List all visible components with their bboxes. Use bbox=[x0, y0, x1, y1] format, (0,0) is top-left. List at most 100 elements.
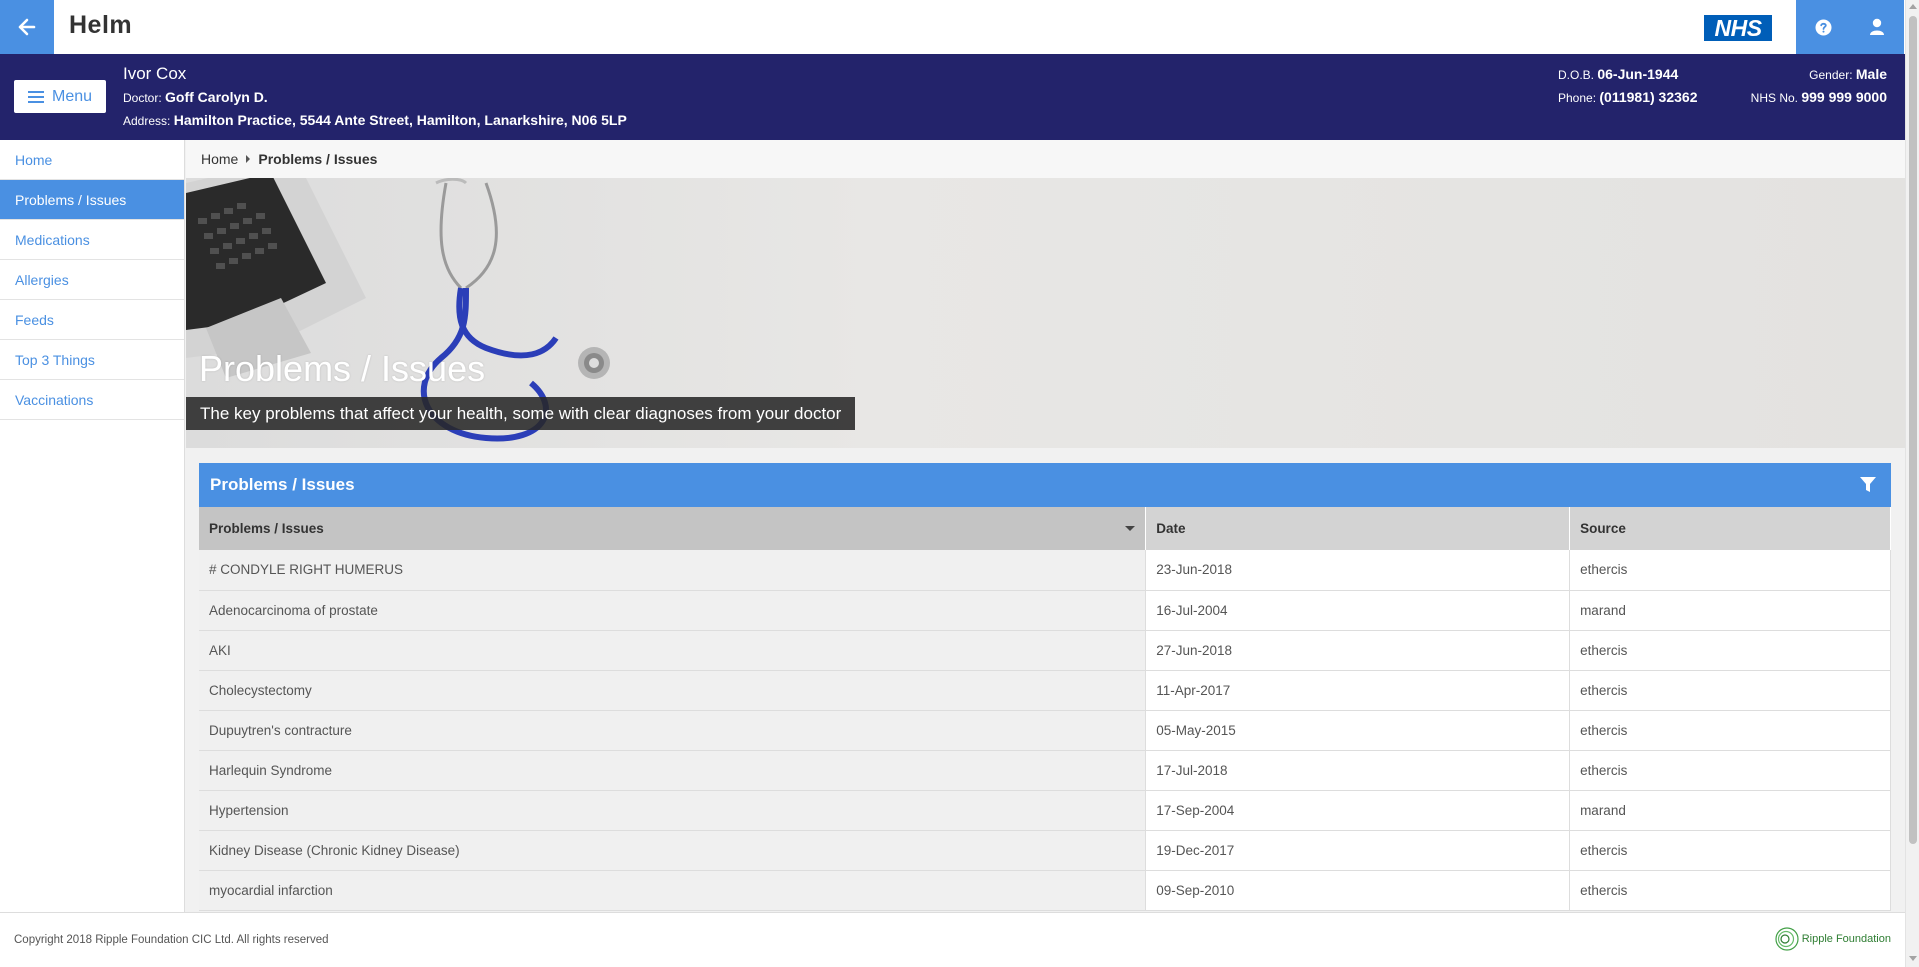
ripple-logo-text: Ripple Foundation bbox=[1801, 933, 1891, 945]
scrollbar-thumb[interactable] bbox=[1909, 16, 1917, 844]
problem-cell: AKI bbox=[199, 630, 1147, 671]
problem-cell: Adenocarcinoma of prostate bbox=[199, 590, 1147, 631]
source-cell: ethercis bbox=[1569, 750, 1891, 791]
gender-label: Gender: bbox=[1809, 68, 1853, 82]
patient-name: Ivor Cox bbox=[123, 64, 187, 83]
table-row[interactable]: myocardial infarction 09-Sep-2010 etherc… bbox=[199, 870, 1891, 911]
hamburger-icon bbox=[27, 90, 44, 103]
patient-gender: Gender: Male bbox=[1809, 66, 1887, 82]
column-header-date[interactable]: Date bbox=[1145, 507, 1571, 550]
table-row[interactable]: Harlequin Syndrome 17-Jul-2018 ethercis bbox=[199, 750, 1891, 791]
nhs-logo: NHS bbox=[1704, 15, 1772, 41]
sidebar-item-home[interactable]: Home bbox=[0, 140, 184, 180]
sidebar-nav: Home Problems / Issues Medications Aller… bbox=[0, 140, 185, 912]
sort-caret-down-icon bbox=[1125, 526, 1136, 531]
doctor-value: Goff Carolyn D. bbox=[165, 89, 268, 105]
copyright-text: Copyright 2018 Ripple Foundation CIC Ltd… bbox=[14, 934, 329, 946]
source-cell: ethercis bbox=[1569, 550, 1891, 591]
date-cell: 17-Jul-2018 bbox=[1145, 750, 1571, 791]
date-cell: 19-Dec-2017 bbox=[1145, 830, 1571, 871]
dob-label: D.O.B. bbox=[1558, 68, 1595, 82]
user-icon bbox=[1870, 18, 1884, 35]
page-scrollbar[interactable] bbox=[1905, 0, 1919, 967]
sidebar-item-top-3-things[interactable]: Top 3 Things bbox=[0, 340, 184, 380]
date-cell: 17-Sep-2004 bbox=[1145, 790, 1571, 831]
menu-button[interactable]: Menu bbox=[14, 80, 106, 113]
sidebar-item-medications[interactable]: Medications bbox=[0, 220, 184, 260]
problem-cell: # CONDYLE RIGHT HUMERUS bbox=[199, 550, 1147, 591]
ripple-foundation-logo[interactable]: Ripple Foundation bbox=[1774, 926, 1891, 952]
date-cell: 16-Jul-2004 bbox=[1145, 590, 1571, 631]
problem-cell: Dupuytren's contracture bbox=[199, 710, 1147, 751]
question-circle-icon bbox=[1815, 19, 1831, 35]
patient-doctor: Doctor: Goff Carolyn D. bbox=[123, 89, 268, 105]
date-cell: 23-Jun-2018 bbox=[1145, 550, 1571, 591]
patient-phone: Phone: (011981) 32362 bbox=[1558, 89, 1697, 105]
date-cell: 27-Jun-2018 bbox=[1145, 630, 1571, 671]
problems-panel-header: Problems / Issues bbox=[199, 463, 1891, 507]
hero-banner: Problems / Issues The key problems that … bbox=[186, 178, 1905, 448]
date-cell: 05-May-2015 bbox=[1145, 710, 1571, 751]
panel-title: Problems / Issues bbox=[210, 475, 355, 494]
user-button[interactable] bbox=[1850, 0, 1904, 54]
gender-value: Male bbox=[1855, 66, 1887, 82]
sidebar-item-feeds[interactable]: Feeds bbox=[0, 300, 184, 340]
problem-cell: myocardial infarction bbox=[199, 870, 1147, 911]
phone-value: (011981) 32362 bbox=[1599, 89, 1698, 105]
nhs-number-label: NHS No. bbox=[1750, 91, 1799, 105]
patient-dob: D.O.B. 06-Jun-1944 bbox=[1558, 66, 1678, 82]
table-row[interactable]: Adenocarcinoma of prostate 16-Jul-2004 m… bbox=[199, 590, 1891, 631]
dob-value: 06-Jun-1944 bbox=[1597, 66, 1679, 82]
source-cell: marand bbox=[1569, 590, 1891, 631]
problems-table: Problems / Issues Date Source # CONDYLE … bbox=[199, 507, 1891, 911]
phone-label: Phone: bbox=[1558, 91, 1597, 105]
source-cell: ethercis bbox=[1569, 870, 1891, 911]
source-cell: ethercis bbox=[1569, 670, 1891, 711]
column-header-problems[interactable]: Problems / Issues bbox=[199, 507, 1147, 550]
menu-label: Menu bbox=[51, 87, 93, 105]
top-bar: Helm NHS bbox=[0, 0, 1905, 54]
help-button[interactable] bbox=[1796, 0, 1850, 54]
hero-subtitle: The key problems that affect your health… bbox=[186, 397, 856, 430]
sidebar-item-problems-issues[interactable]: Problems / Issues bbox=[0, 180, 184, 220]
helm-logo[interactable]: Helm bbox=[69, 11, 132, 40]
filter-icon[interactable] bbox=[1859, 475, 1877, 495]
table-row[interactable]: Hypertension 17-Sep-2004 marand bbox=[199, 790, 1891, 831]
column-header-label: Problems / Issues bbox=[209, 521, 324, 536]
patient-banner: Menu Ivor Cox Doctor: Goff Carolyn D. Ad… bbox=[0, 54, 1905, 140]
source-cell: ethercis bbox=[1569, 710, 1891, 751]
arrow-left-icon bbox=[18, 18, 36, 36]
scroll-up-arrow-icon[interactable] bbox=[1909, 4, 1917, 9]
address-value: Hamilton Practice, 5544 Ante Street, Ham… bbox=[173, 112, 627, 128]
problem-cell: Harlequin Syndrome bbox=[199, 750, 1147, 791]
ripple-icon bbox=[1775, 927, 1799, 951]
patient-nhs-number: NHS No. 999 999 9000 bbox=[1751, 89, 1887, 105]
problem-cell: Kidney Disease (Chronic Kidney Disease) bbox=[199, 830, 1147, 871]
source-cell: marand bbox=[1569, 790, 1891, 831]
table-row[interactable]: AKI 27-Jun-2018 ethercis bbox=[199, 630, 1891, 671]
table-row[interactable]: Kidney Disease (Chronic Kidney Disease) … bbox=[199, 830, 1891, 871]
table-row[interactable]: Cholecystectomy 11-Apr-2017 ethercis bbox=[199, 670, 1891, 711]
date-cell: 09-Sep-2010 bbox=[1145, 870, 1571, 911]
date-cell: 11-Apr-2017 bbox=[1145, 670, 1571, 711]
sidebar-item-allergies[interactable]: Allergies bbox=[0, 260, 184, 300]
nhs-number-value: 999 999 9000 bbox=[1801, 89, 1887, 105]
table-row[interactable]: Dupuytren's contracture 05-May-2015 ethe… bbox=[199, 710, 1891, 751]
table-row[interactable]: # CONDYLE RIGHT HUMERUS 23-Jun-2018 ethe… bbox=[199, 550, 1891, 591]
patient-address: Address: Hamilton Practice, 5544 Ante St… bbox=[123, 112, 627, 128]
source-cell: ethercis bbox=[1569, 630, 1891, 671]
footer: Copyright 2018 Ripple Foundation CIC Ltd… bbox=[0, 912, 1905, 967]
problem-cell: Hypertension bbox=[199, 790, 1147, 831]
scroll-down-arrow-icon[interactable] bbox=[1909, 956, 1917, 961]
problem-cell: Cholecystectomy bbox=[199, 670, 1147, 711]
source-cell: ethercis bbox=[1569, 830, 1891, 871]
breadcrumb-home[interactable]: Home bbox=[201, 151, 238, 167]
breadcrumb: Home Problems / Issues bbox=[186, 140, 1905, 178]
sidebar-item-vaccinations[interactable]: Vaccinations bbox=[0, 380, 184, 420]
back-button[interactable] bbox=[0, 0, 54, 54]
column-header-source[interactable]: Source bbox=[1569, 507, 1891, 550]
table-header-row: Problems / Issues Date Source bbox=[199, 507, 1891, 550]
hero-title: Problems / Issues bbox=[199, 348, 486, 389]
breadcrumb-current: Problems / Issues bbox=[258, 151, 378, 167]
caret-right-icon bbox=[246, 155, 251, 163]
